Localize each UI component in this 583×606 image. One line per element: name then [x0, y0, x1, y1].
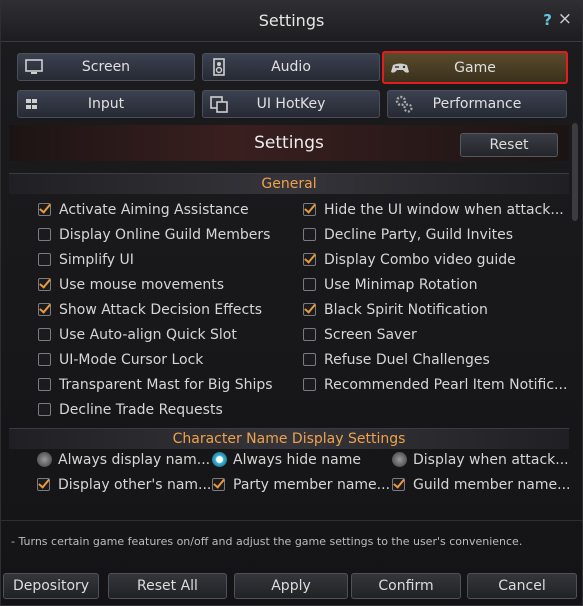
general-option-left-label: Activate Aiming Assistance: [59, 202, 249, 218]
scrollbar-thumb[interactable]: [572, 123, 578, 221]
reset-button[interactable]: Reset: [460, 133, 558, 157]
radio-button[interactable]: [392, 452, 407, 467]
general-option-right-label: Display Combo video guide: [324, 252, 516, 268]
window-title: Settings: [258, 11, 325, 30]
checkbox[interactable]: [303, 378, 316, 391]
radio-button[interactable]: [212, 452, 227, 467]
general-option-right-label: Use Minimap Rotation: [324, 277, 478, 293]
tab-ui-hotkey-label: UI HotKey: [256, 96, 326, 112]
tab-input[interactable]: Input: [17, 90, 195, 118]
tab-screen-label: Screen: [81, 59, 131, 75]
general-option-right-label: Recommended Pearl Item Notific...: [324, 377, 568, 393]
checkbox[interactable]: [38, 253, 51, 266]
checkbox[interactable]: [303, 278, 316, 291]
general-option-right-label: Decline Party, Guild Invites: [324, 227, 514, 243]
tab-screen[interactable]: Screen: [17, 53, 195, 81]
general-option-right-label: Black Spirit Notification: [324, 302, 488, 318]
title-bar[interactable]: Settings ? ×: [1, 1, 582, 42]
general-option-left-label: UI-Mode Cursor Lock: [59, 352, 204, 368]
description-text: - Turns certain game features on/off and…: [11, 535, 523, 548]
name-display-check-label: Display other's nam...: [58, 477, 212, 493]
checkbox[interactable]: [303, 353, 316, 366]
name-display-radio-label: Always hide name: [233, 452, 361, 468]
name-display-radio-label: Display when attack...: [413, 452, 569, 468]
checkbox[interactable]: [303, 203, 316, 216]
checkbox[interactable]: [38, 378, 51, 391]
checkbox[interactable]: [38, 278, 51, 291]
checkbox[interactable]: [38, 353, 51, 366]
close-icon[interactable]: ×: [558, 9, 572, 29]
tab-performance[interactable]: Performance: [387, 90, 567, 118]
section-name-display-title: Character Name Display Settings: [172, 431, 406, 447]
radio-button[interactable]: [37, 452, 52, 467]
help-icon[interactable]: ?: [543, 11, 552, 29]
checkbox[interactable]: [37, 478, 50, 491]
checkbox[interactable]: [38, 403, 51, 416]
settings-scroll-area[interactable]: Settings Reset General Character Name Di…: [9, 123, 569, 503]
general-option-left-label: Decline Trade Requests: [59, 402, 223, 418]
general-option-left-label: Display Online Guild Members: [59, 227, 271, 243]
general-option-left-label: Transparent Mast for Big Ships: [59, 377, 273, 393]
checkbox[interactable]: [303, 328, 316, 341]
checkbox[interactable]: [303, 253, 316, 266]
name-display-check-label: Guild member name...: [413, 477, 569, 493]
general-option-right-label: Refuse Duel Challenges: [324, 352, 490, 368]
tab-input-label: Input: [87, 96, 125, 112]
section-general-title: General: [261, 176, 317, 192]
settings-window: Settings ? × Screen Audio Game Input UI …: [0, 0, 583, 606]
checkbox[interactable]: [303, 303, 316, 316]
general-option-left-label: Simplify UI: [59, 252, 134, 268]
tab-audio-label: Audio: [271, 59, 311, 75]
section-name-display: Character Name Display Settings: [9, 428, 569, 449]
section-general: General: [9, 173, 569, 194]
name-display-check-label: Party member name...: [233, 477, 391, 493]
general-option-left-label: Use Auto-align Quick Slot: [59, 327, 237, 343]
reset-all-button[interactable]: Reset All: [108, 573, 227, 599]
general-option-right-label: Screen Saver: [324, 327, 417, 343]
tab-game[interactable]: Game: [382, 51, 568, 84]
apply-button[interactable]: Apply: [234, 573, 348, 599]
checkbox[interactable]: [392, 478, 405, 491]
checkbox[interactable]: [38, 228, 51, 241]
general-option-left-label: Use mouse movements: [59, 277, 225, 293]
tab-ui-hotkey[interactable]: UI HotKey: [202, 90, 380, 118]
tab-audio[interactable]: Audio: [202, 53, 380, 81]
cancel-button[interactable]: Cancel: [467, 573, 577, 599]
checkbox[interactable]: [303, 228, 316, 241]
confirm-button[interactable]: Confirm: [351, 573, 461, 599]
checkbox[interactable]: [38, 303, 51, 316]
description-area: - Turns certain game features on/off and…: [1, 520, 582, 569]
checkbox[interactable]: [212, 478, 225, 491]
general-option-left-label: Show Attack Decision Effects: [59, 302, 263, 318]
checkbox[interactable]: [38, 203, 51, 216]
tab-performance-label: Performance: [432, 96, 522, 112]
general-option-right-label: Hide the UI window when attack...: [324, 202, 564, 218]
settings-header: Settings Reset: [9, 125, 569, 161]
checkbox[interactable]: [38, 328, 51, 341]
name-display-radio-label: Always display nam...: [58, 452, 211, 468]
depository-button[interactable]: Depository: [3, 573, 99, 599]
tab-game-label: Game: [454, 60, 496, 76]
